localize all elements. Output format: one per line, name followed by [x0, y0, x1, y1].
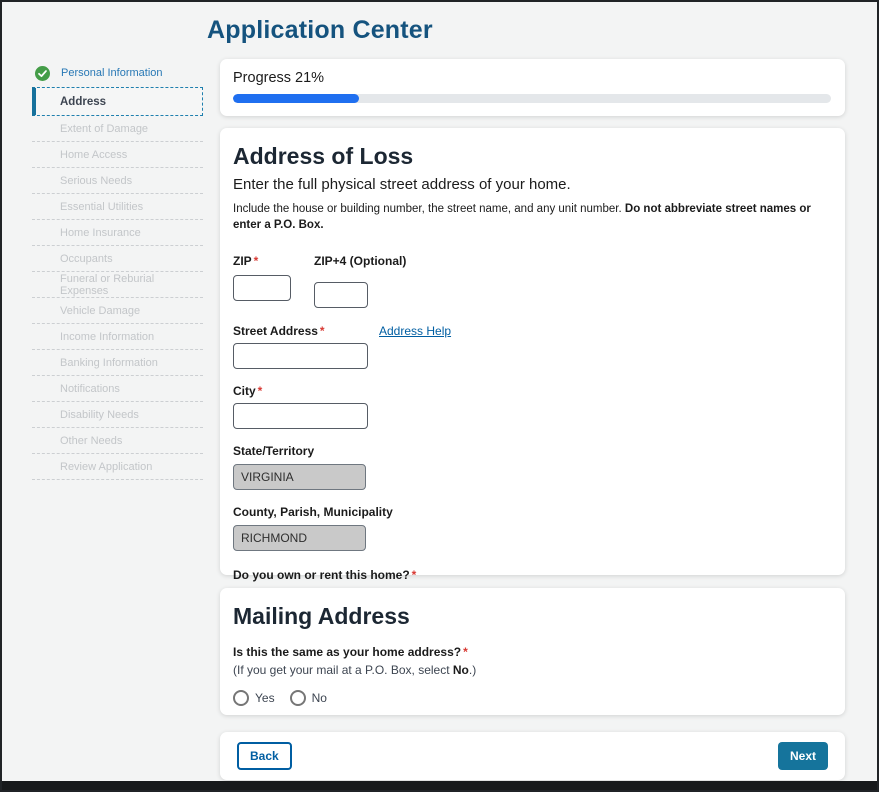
- progress-bar-track: [233, 94, 831, 103]
- sidebar-item-label: Home Insurance: [60, 227, 141, 239]
- sidebar-item-label: Vehicle Damage: [60, 305, 140, 317]
- progress-label: Progress 21%: [233, 70, 832, 86]
- mailing-same-radio-group: Yes No: [233, 690, 832, 706]
- next-button[interactable]: Next: [778, 742, 828, 770]
- sidebar-item-label: Essential Utilities: [60, 201, 143, 213]
- required-asterisk: *: [258, 384, 263, 398]
- section-note: Include the house or building number, th…: [233, 202, 832, 233]
- street-label-row: Street Address* Address Help: [233, 324, 832, 338]
- zip4-input[interactable]: [314, 282, 368, 308]
- section-title: Address of Loss: [233, 143, 832, 170]
- sidebar-item-label: Banking Information: [60, 357, 158, 369]
- required-asterisk: *: [412, 568, 417, 582]
- progress-fill: [233, 94, 359, 103]
- no-radio[interactable]: [290, 690, 306, 706]
- zip-field-group: ZIP*: [233, 254, 291, 308]
- required-asterisk: *: [463, 645, 468, 659]
- county-label: County, Parish, Municipality: [233, 505, 832, 519]
- mailing-hint: (If you get your mail at a P.O. Box, sel…: [233, 663, 832, 677]
- zip-label: ZIP*: [233, 254, 291, 268]
- sidebar-item-other-needs: Other Needs: [32, 428, 203, 454]
- address-of-loss-card: Address of Loss Enter the full physical …: [220, 128, 845, 575]
- sidebar-item-label: Other Needs: [60, 435, 122, 447]
- yes-radio-label: Yes: [255, 691, 275, 705]
- sidebar-item-income-information: Income Information: [32, 324, 203, 350]
- zip4-field-group: ZIP+4 (Optional): [314, 254, 406, 308]
- sidebar-item-label: Occupants: [60, 253, 113, 265]
- check-circle-icon: [35, 66, 50, 81]
- sidebar-item-essential-utilities: Essential Utilities: [32, 194, 203, 220]
- sidebar-item-label: Address: [60, 96, 106, 108]
- sidebar-item-label: Extent of Damage: [60, 123, 148, 135]
- sidebar-item-personal-information[interactable]: Personal Information: [32, 61, 203, 85]
- sidebar-item-notifications: Notifications: [32, 376, 203, 402]
- state-territory-label: State/Territory: [233, 444, 832, 458]
- sidebar-item-vehicle-damage: Vehicle Damage: [32, 298, 203, 324]
- back-button[interactable]: Back: [237, 742, 292, 770]
- window-bottom-edge: [2, 781, 877, 790]
- sidebar-item-label: Serious Needs: [60, 175, 132, 187]
- sidebar-item-extent-of-damage: Extent of Damage: [32, 116, 203, 142]
- street-address-label: Street Address*: [233, 324, 379, 338]
- required-asterisk: *: [254, 254, 259, 268]
- page-title: Application Center: [207, 16, 433, 45]
- county-input: [233, 525, 366, 551]
- sidebar-item-label: Notifications: [60, 383, 120, 395]
- sidebar-item-banking-information: Banking Information: [32, 350, 203, 376]
- sidebar-item-label: Disability Needs: [60, 409, 139, 421]
- mailing-address-card: Mailing Address Is this the same as your…: [220, 588, 845, 715]
- sidebar-item-label: Personal Information: [61, 67, 163, 79]
- city-label: City*: [233, 384, 832, 398]
- sidebar-item-label: Funeral or Reburial Expenses: [60, 273, 203, 297]
- street-address-input[interactable]: [233, 343, 368, 369]
- sidebar-item-label: Review Application: [60, 461, 152, 473]
- state-territory-input: [233, 464, 366, 490]
- step-sidebar: Personal Information Address Extent of D…: [32, 61, 203, 480]
- required-asterisk: *: [320, 324, 325, 338]
- sidebar-item-label: Income Information: [60, 331, 154, 343]
- sidebar-item-serious-needs: Serious Needs: [32, 168, 203, 194]
- zip-input[interactable]: [233, 275, 291, 301]
- section-title: Mailing Address: [233, 603, 832, 630]
- sidebar-item-review-application: Review Application: [32, 454, 203, 480]
- application-window: Application Center Personal Information …: [0, 0, 879, 792]
- sidebar-item-address[interactable]: Address: [32, 87, 203, 116]
- sidebar-item-funeral-expenses: Funeral or Reburial Expenses: [32, 272, 203, 298]
- zip-row: ZIP* ZIP+4 (Optional): [233, 254, 832, 308]
- address-help-link[interactable]: Address Help: [379, 324, 451, 338]
- actions-card: Back Next: [220, 732, 845, 780]
- sidebar-item-occupants: Occupants: [32, 246, 203, 272]
- mailing-same-question: Is this the same as your home address?*: [233, 645, 832, 659]
- yes-radio[interactable]: [233, 690, 249, 706]
- sidebar-item-home-access: Home Access: [32, 142, 203, 168]
- zip4-label: ZIP+4 (Optional): [314, 254, 406, 268]
- sidebar-item-label: Home Access: [60, 149, 127, 161]
- city-input[interactable]: [233, 403, 368, 429]
- no-radio-label: No: [312, 691, 327, 705]
- sidebar-item-home-insurance: Home Insurance: [32, 220, 203, 246]
- section-subtitle: Enter the full physical street address o…: [233, 176, 832, 193]
- sidebar-item-disability-needs: Disability Needs: [32, 402, 203, 428]
- progress-card: Progress 21%: [220, 59, 845, 116]
- own-rent-question: Do you own or rent this home?*: [233, 568, 832, 582]
